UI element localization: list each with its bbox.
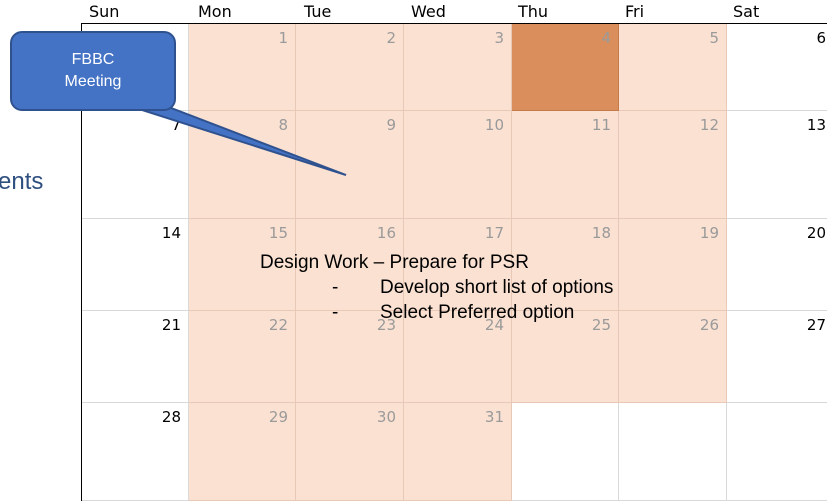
callout-pointer-shape (119, 102, 347, 176)
callout-line-1: FBBC (71, 51, 115, 68)
fbbc-meeting-callout[interactable]: FBBC Meeting (10, 31, 176, 111)
callout-line-2: Meeting (64, 73, 122, 90)
